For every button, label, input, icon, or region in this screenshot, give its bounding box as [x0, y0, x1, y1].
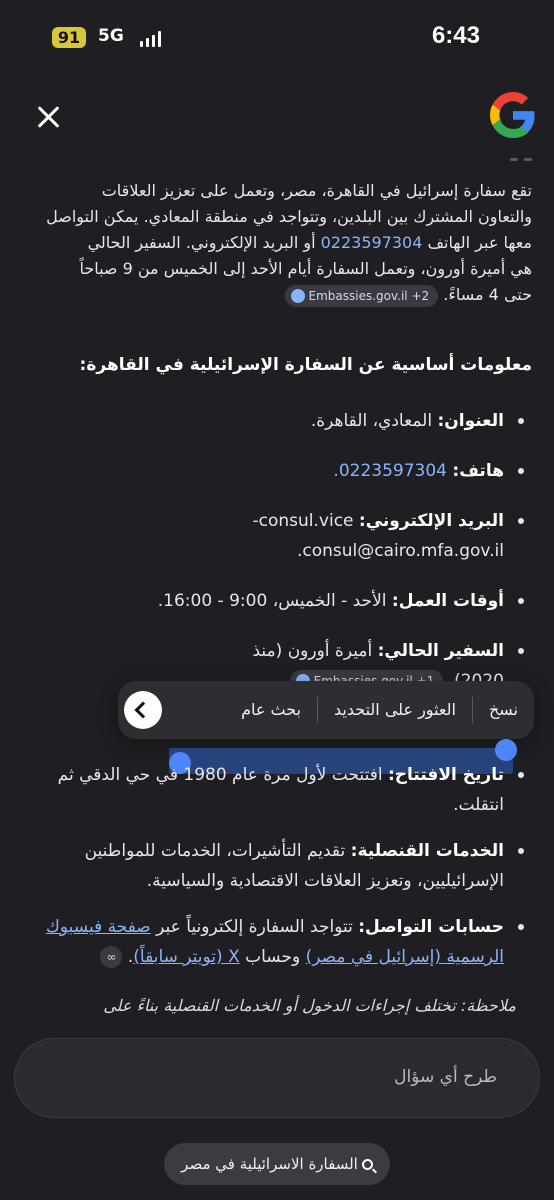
find-selection-button[interactable]: العثور على التحديد [318, 681, 472, 739]
facebook-link-cont[interactable]: الرسمية (إسرائيل في مصر) [306, 947, 504, 967]
source-chip[interactable]: Embassies.gov.il +2 [284, 284, 439, 307]
list-item-consular: الخدمات القنصلية: تقديم التأشيرات، الخدم… [22, 836, 532, 896]
query-chip[interactable]: السفارة الاسرائيلية في مصر [164, 1143, 390, 1185]
chevron-left-icon[interactable] [124, 691, 162, 729]
battery-indicator: 91 [52, 27, 86, 48]
status-bar: 91 5G 6:43 [0, 0, 554, 76]
copy-button[interactable]: نسخ [473, 681, 534, 739]
list-item-email: البريد الإلكتروني: consul.vice-consul@ca… [22, 506, 532, 566]
phone-link[interactable]: 0223597304 [321, 233, 423, 252]
screen: 91 5G 6:43 تقع سفارة إسرائيل في القاهرة،… [0, 0, 554, 1200]
search-icon [361, 1159, 373, 1170]
network-indicator: 5G [98, 26, 124, 46]
selection-handle-start[interactable] [495, 739, 517, 761]
link-icon[interactable]: ∞ [100, 946, 123, 968]
web-search-button[interactable]: بحث عام [225, 681, 317, 739]
ask-input[interactable]: طرح أي سؤال [14, 1038, 540, 1118]
signal-icon [140, 31, 162, 47]
answer-intro: تقع سفارة إسرائيل في القاهرة، مصر، وتعمل… [22, 178, 532, 318]
list-item-address: العنوان: المعادي، القاهرة. [22, 406, 532, 436]
list-item-hours: أوقات العمل: الأحد - الخميس، 9:00 - 16:0… [22, 586, 532, 616]
google-logo-icon [490, 92, 535, 138]
list-item-phone: هاتف: 0223597304. [22, 456, 532, 486]
section-heading: معلومات أساسية عن السفارة الإسرائيلية في… [79, 355, 532, 375]
facebook-link[interactable]: صفحة فيسبوك [46, 917, 151, 937]
x-link[interactable]: X (تويتر سابقاً) [133, 947, 239, 967]
embassy-icon [290, 288, 305, 303]
list-item-opening: تاريخ الافتتاح: افتتحت لأول مرة عام 1980… [22, 760, 532, 820]
close-icon[interactable] [34, 103, 62, 131]
tab-indicator [492, 158, 532, 161]
list-item-social: حسابات التواصل: تتواجد السفارة إلكترونيا… [22, 912, 532, 972]
selection-menu: نسخ العثور على التحديد بحث عام [118, 681, 534, 739]
info-list-continued: تاريخ الافتتاح: افتتحت لأول مرة عام 1980… [22, 760, 532, 992]
info-list: العنوان: المعادي، القاهرة. هاتف: 0223597… [22, 406, 532, 716]
clock: 6:43 [431, 22, 480, 49]
note-text: ملاحظة: تختلف إجراءات الدخول أو الخدمات … [103, 996, 516, 1015]
